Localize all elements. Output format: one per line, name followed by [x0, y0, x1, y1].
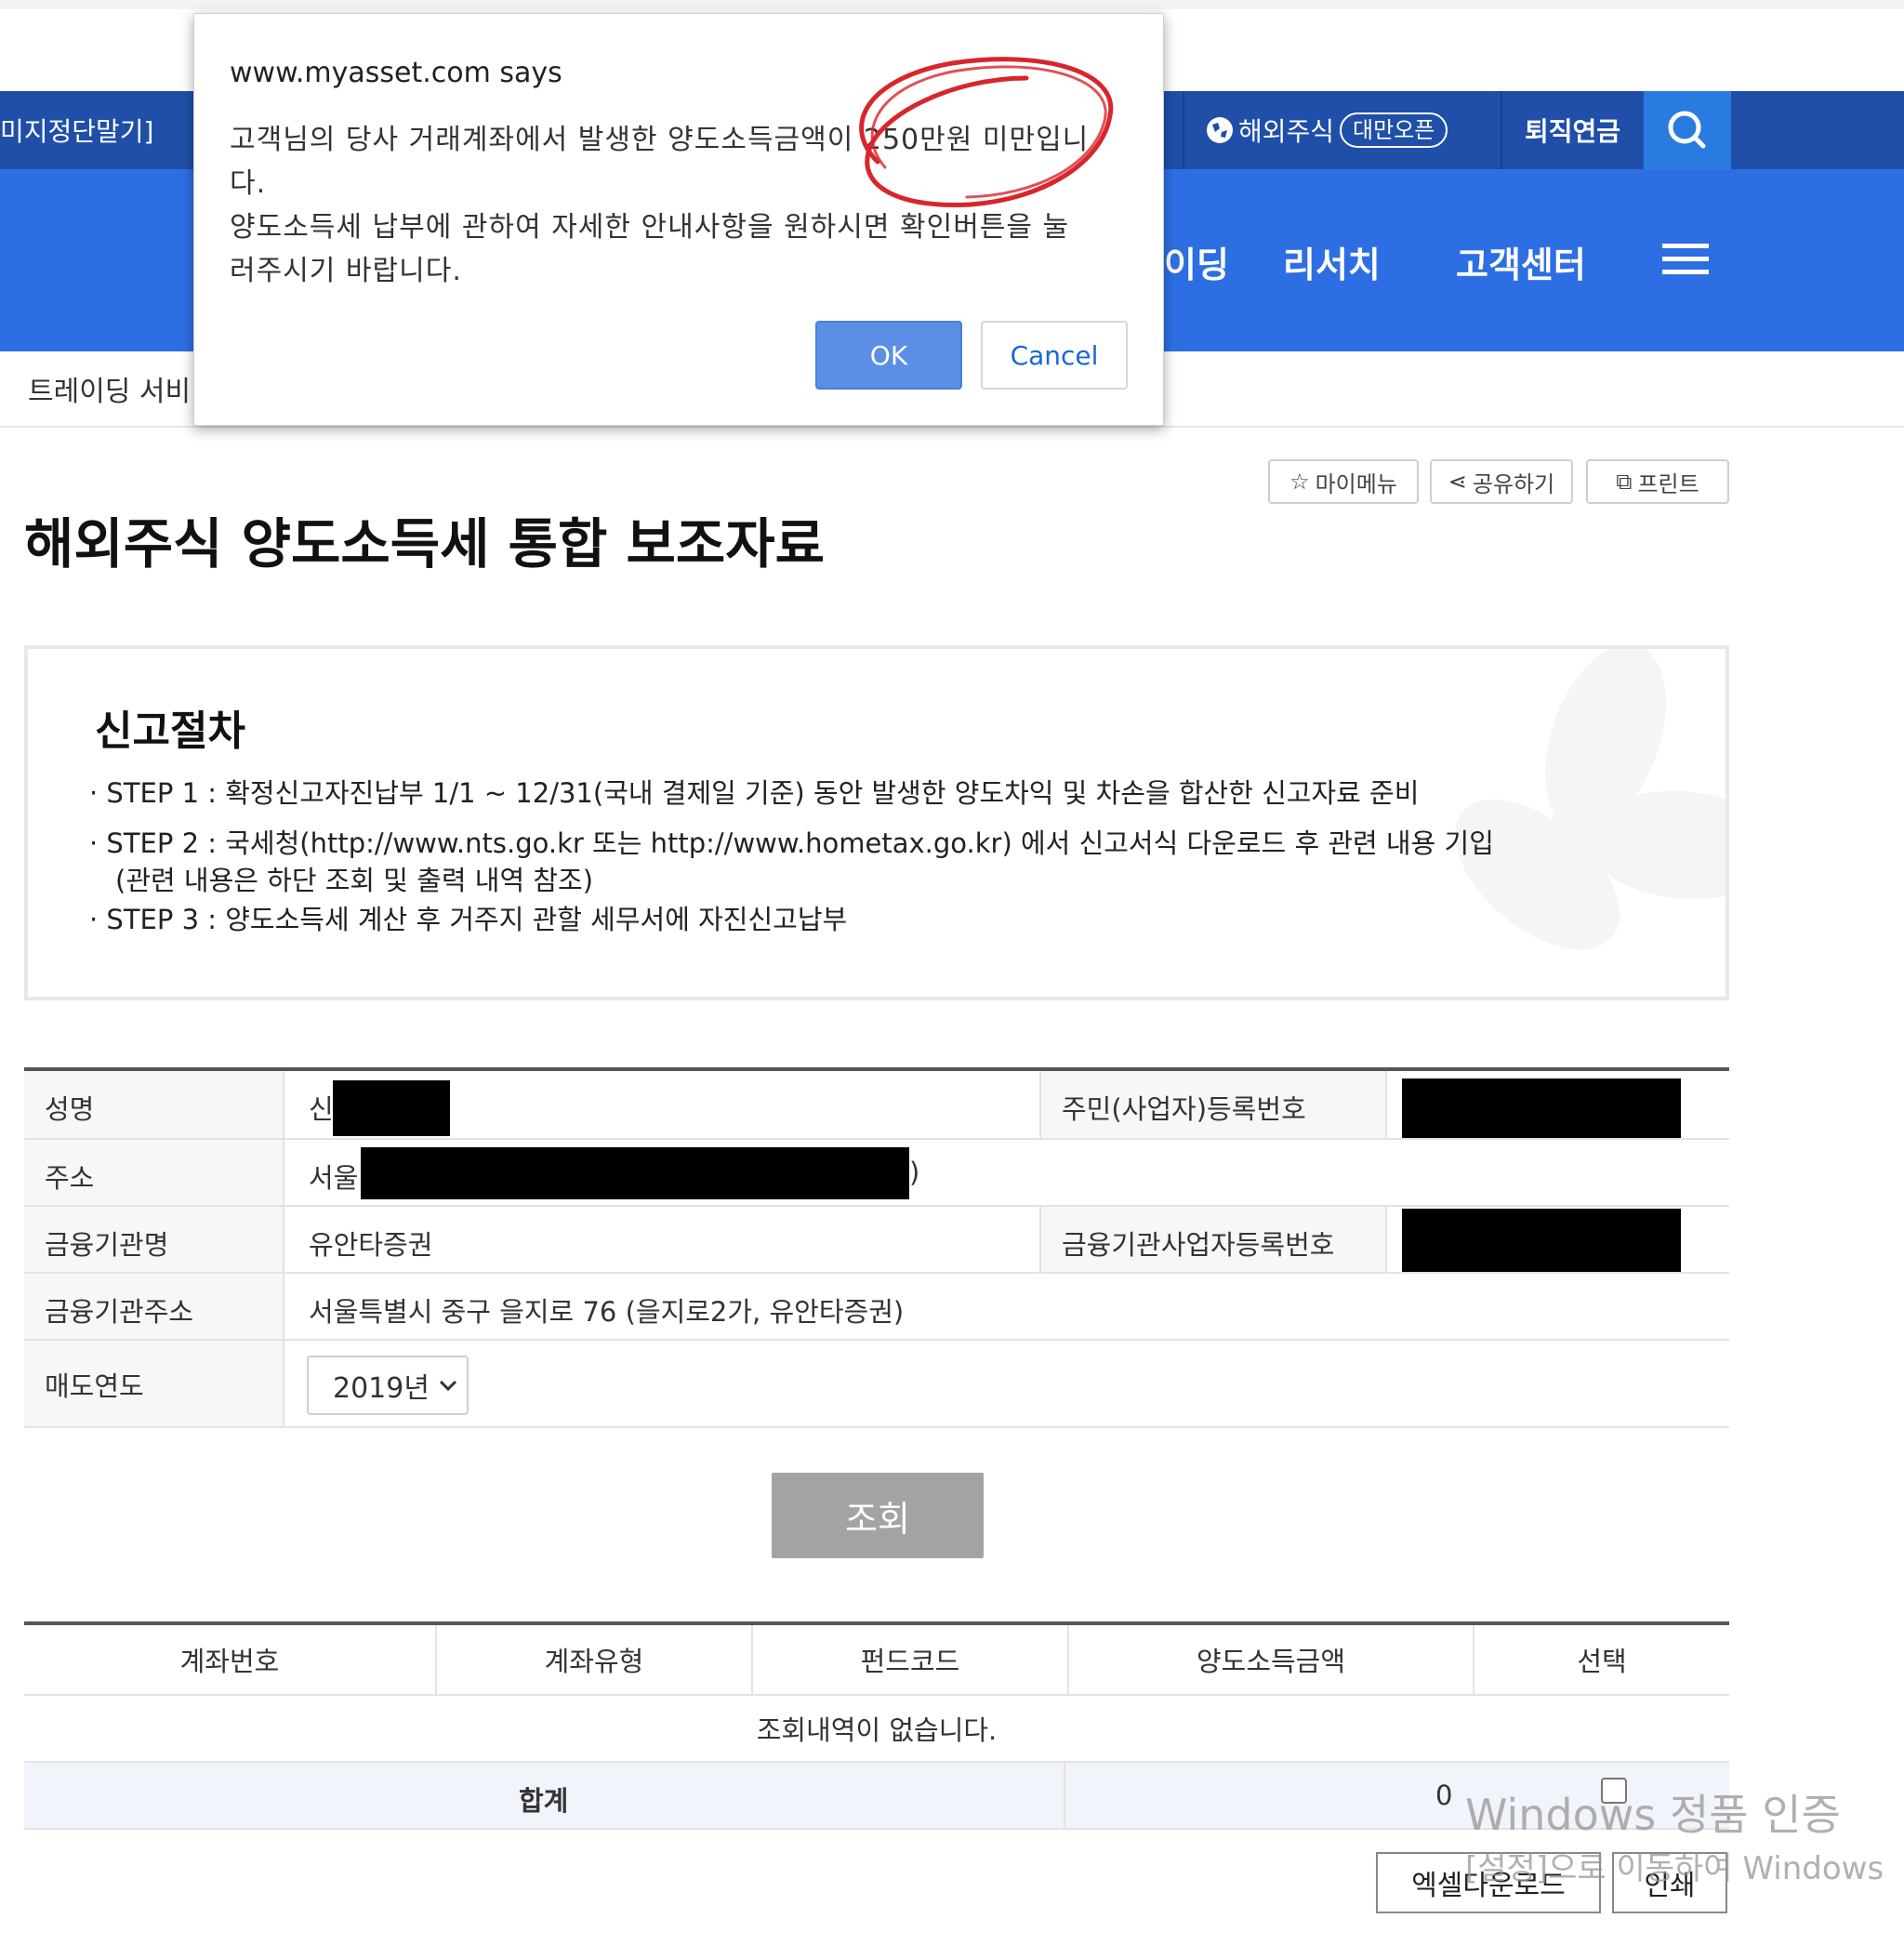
address-value: 서울 [309, 1162, 359, 1194]
copy-icon: ⧉ [1616, 469, 1633, 495]
col-fund-code: 펀드코드 [860, 1646, 960, 1677]
procedure-step-2: · STEP 2 : 국세청(http://www.nts.go.kr 또는 h… [89, 827, 1494, 859]
utility-divider [1183, 91, 1184, 169]
info-row-name: 성명 신 주민(사업자)등록번호 [24, 1071, 1729, 1140]
cell-divider [283, 1341, 284, 1426]
institution-name-value: 유안타증권 [309, 1229, 433, 1261]
cell-divider [283, 1274, 284, 1339]
institution-address-label: 금융기관주소 [45, 1296, 194, 1328]
mymenu-button[interactable]: ☆ 마이메뉴 [1268, 459, 1419, 504]
address-tail: ) [909, 1157, 920, 1188]
alert-dialog: www.myasset.com says 고객님의 당사 거래계좌에서 발생한 … [193, 13, 1164, 426]
sum-label: 합계 [519, 1785, 569, 1817]
cell-divider [283, 1071, 284, 1138]
divider [0, 426, 1904, 428]
info-row-address: 주소 서울 ) [24, 1140, 1729, 1207]
name-value: 신 [309, 1093, 334, 1125]
cell-divider [1385, 1207, 1387, 1272]
retirement-pension-link[interactable]: 퇴직연금 [1525, 112, 1620, 149]
cell-divider [1039, 1207, 1041, 1272]
inquiry-button[interactable]: 조회 [772, 1473, 984, 1558]
windows-activation-watermark: Windows 정품 인증 [1465, 1790, 1841, 1840]
windows-activation-watermark-sub: [설정]으로 이동하여 Windows [1465, 1850, 1884, 1887]
overseas-stock-link[interactable]: 해외주식 대만오픈 [1205, 112, 1448, 149]
share-button[interactable]: ⋖ 공유하기 [1430, 459, 1573, 504]
cell-divider [283, 1207, 284, 1272]
info-row-institution-address: 금융기관주소 서울특별시 중구 을지로 76 (을지로2가, 유안타증권) [24, 1274, 1729, 1341]
sum-value: 0 [1435, 1780, 1453, 1811]
redacted-rrn [1402, 1078, 1681, 1138]
year-label: 매도연도 [45, 1370, 144, 1402]
result-table-header: 계좌번호 계좌유형 펀드코드 양도소득금액 선택 [24, 1625, 1729, 1696]
institution-name-label: 금융기관명 [45, 1229, 169, 1261]
info-row-institution: 금융기관명 유안타증권 금융기관사업자등록번호 [24, 1207, 1729, 1274]
name-label: 성명 [45, 1093, 95, 1125]
col-account-number: 계좌번호 [179, 1646, 280, 1677]
gnb-customer-center[interactable]: 고객센터 [1456, 236, 1586, 287]
cancel-button[interactable]: Cancel [981, 321, 1128, 390]
redacted-address [361, 1147, 909, 1199]
col-capital-gain: 양도소득금액 [1196, 1646, 1346, 1677]
print-button[interactable]: ⧉ 프린트 [1586, 459, 1729, 504]
procedure-step-2-note: (관련 내용은 하단 조회 및 출력 내역 참조) [115, 865, 594, 896]
browser-top-strip [0, 0, 1904, 9]
chevron-down-icon [439, 1380, 457, 1392]
gnb-research[interactable]: 리서치 [1283, 236, 1381, 287]
share-label: 공유하기 [1472, 470, 1555, 497]
institution-address-value: 서울특별시 중구 을지로 76 (을지로2가, 유안타증권) [309, 1296, 905, 1328]
print-label: 프린트 [1637, 470, 1699, 497]
col-account-type: 계좌유형 [544, 1646, 644, 1677]
redacted-name [333, 1080, 450, 1136]
ok-button[interactable]: OK [815, 321, 962, 390]
share-icon: ⋖ [1448, 469, 1467, 495]
cell-divider [1039, 1071, 1041, 1138]
dialog-message: 고객님의 당사 거래계좌에서 발생한 양도소득금액이 250만원 미만입니 다.… [230, 124, 1090, 287]
page-title: 해외주식 양도소득세 통합 보조자료 [24, 512, 825, 576]
search-button[interactable] [1644, 91, 1731, 169]
rrn-label: 주민(사업자)등록번호 [1062, 1093, 1306, 1125]
procedure-title: 신고절차 [95, 708, 245, 755]
procedure-box: 신고절차 · STEP 1 : 확정신고자진납부 1/1 ~ 12/31(국내 … [24, 645, 1729, 1000]
star-icon: ☆ [1289, 469, 1310, 495]
year-selected-value: 2019년 [333, 1372, 430, 1405]
col-select: 선택 [1577, 1646, 1627, 1677]
taiwan-open-badge: 대만오픈 [1340, 112, 1448, 148]
globe-icon [1207, 117, 1233, 143]
address-label: 주소 [45, 1162, 95, 1194]
device-status-text: 미지정단말기] [0, 116, 154, 147]
institution-bizno-label: 금융기관사업자등록번호 [1062, 1229, 1335, 1261]
procedure-step-1: · STEP 1 : 확정신고자진납부 1/1 ~ 12/31(국내 결제일 기… [89, 777, 1420, 809]
dialog-title: www.myasset.com says [230, 57, 562, 89]
cell-divider [1385, 1071, 1387, 1138]
cell-divider [1064, 1763, 1065, 1828]
empty-result-message: 조회내역이 없습니다. [24, 1696, 1729, 1763]
search-icon [1668, 111, 1706, 149]
redacted-bizno [1402, 1209, 1681, 1272]
gnb-trading[interactable]: 이딩 [1164, 236, 1229, 287]
info-row-year: 매도연도 [24, 1341, 1729, 1428]
cell-divider [283, 1140, 284, 1205]
menu-icon[interactable] [1662, 244, 1709, 283]
year-select[interactable]: 2019년 [307, 1356, 469, 1415]
utility-divider [1501, 91, 1502, 169]
breadcrumb[interactable]: 트레이딩 서비 [28, 368, 191, 409]
overseas-stock-label: 해외주식 [1238, 116, 1335, 147]
procedure-step-3: · STEP 3 : 양도소득세 계산 후 거주지 관할 세무서에 자진신고납부 [89, 904, 848, 935]
mymenu-label: 마이메뉴 [1315, 470, 1397, 497]
